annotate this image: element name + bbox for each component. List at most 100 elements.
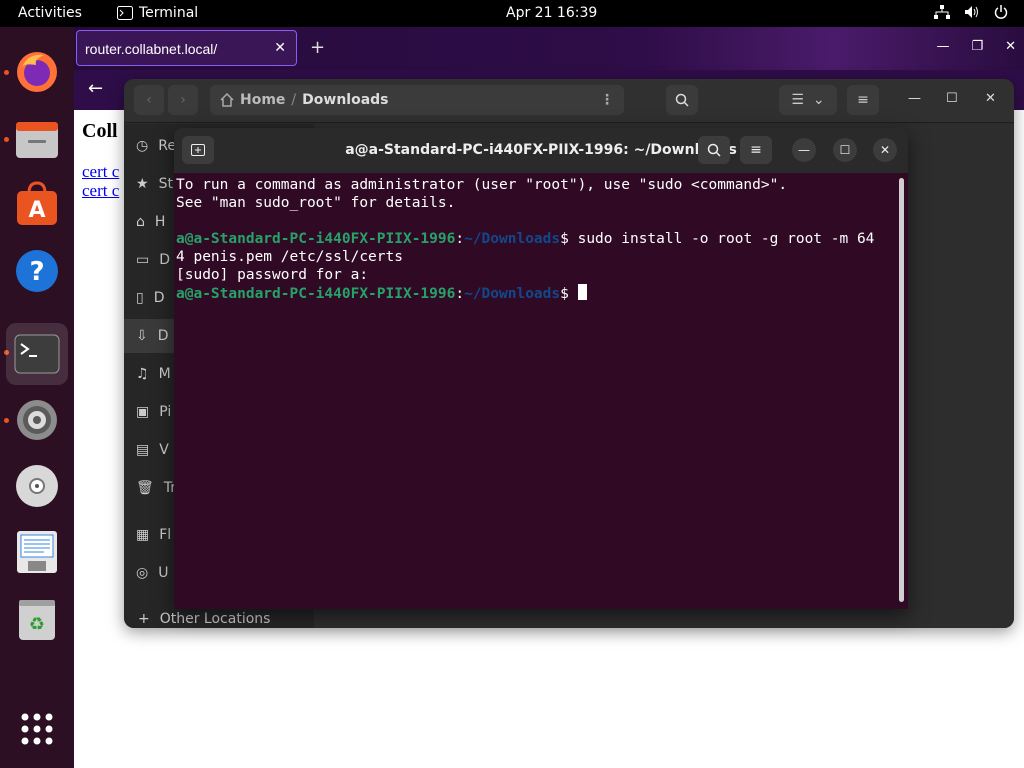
sidebar-item-documents[interactable]: ▯ D [136,286,165,310]
search-button[interactable] [666,85,698,115]
text-editor-icon[interactable] [10,525,64,579]
prompt-dollar: $ [560,286,578,302]
sidebar-item-music[interactable]: ♫ M [136,362,171,386]
sidebar-item-other-locations[interactable]: + Other Locations [138,611,270,627]
network-icon [934,5,950,19]
running-indicator [4,418,9,423]
other-locations-label: Other Locations [159,611,271,627]
back-button[interactable]: ‹ [134,85,164,115]
prompt-user: a@a-Standard-PC-i440FX-PIIX-1996 [176,231,456,247]
top-bar: Activities Terminal Apr 21 16:39 [0,0,1024,27]
sidebar-item-label: U [158,565,169,581]
sidebar-item-label: Pi [159,404,172,420]
terminal-search-button[interactable] [698,136,730,164]
maximize-icon[interactable]: ☐ [946,91,958,106]
terminal-titlebar: a@a-Standard-PC-i440FX-PIIX-1996: ~/Down… [174,128,908,173]
home-icon [220,93,234,107]
terminal-scrollbar[interactable] [899,178,904,602]
files-header-bar: ‹ › Home / Downloads ⋮ ☰ ⌄ ≡ — ☐ ✕ [124,79,1014,123]
back-arrow-icon[interactable]: ← [88,78,103,99]
sidebar-item-trash[interactable]: 🗑 Tr [136,476,176,500]
prompt-path: ~/Downloads [464,286,561,302]
minimize-icon[interactable]: — [792,138,816,162]
browser-tab[interactable]: router.collabnet.local/ ✕ [76,30,297,66]
running-indicator [4,137,9,142]
breadcrumb-current[interactable]: Downloads [302,92,388,108]
prompt-user: a@a-Standard-PC-i440FX-PIIX-1996 [176,286,456,302]
firefox-icon[interactable] [10,45,64,99]
prompt-dollar: $ [560,231,578,247]
sidebar-item-floppy[interactable]: ▦ Fl [136,523,171,547]
picture-icon: ▣ [136,404,150,420]
close-icon[interactable]: ✕ [1005,39,1016,54]
files-icon[interactable] [10,112,64,166]
sidebar-item-label: D [159,252,171,268]
view-options-button[interactable]: ☰ ⌄ [779,85,837,115]
dock: A ? ♻ [0,27,74,768]
browser-tab-bar: router.collabnet.local/ ✕ + — ❐ ✕ [74,27,1024,70]
document-icon: ▯ [136,290,144,306]
breadcrumb-separator: / [291,92,297,108]
maximize-icon[interactable]: ☐ [833,138,857,162]
terminal-app-icon [117,6,133,20]
sidebar-item-label: Fl [159,527,172,543]
sidebar-item-recent[interactable]: ◷ Re [136,134,176,158]
sidebar-item-label: St [158,176,173,192]
app-menu[interactable]: Terminal [117,5,198,21]
breadcrumb[interactable]: Home / Downloads ⋮ [210,85,624,115]
cert-link[interactable]: cert c [82,181,119,201]
command-text: sudo install -o root -g root -m 64 [577,231,875,247]
music-icon: ♫ [136,366,149,382]
sidebar-item-desktop[interactable]: ▭ D [136,248,170,272]
disc-icon: ◎ [136,565,149,581]
app-center-icon[interactable]: A [10,177,64,231]
show-apps-icon[interactable] [10,702,64,756]
svg-text:A: A [28,198,45,223]
kebab-menu-icon[interactable]: ⋮ [600,92,614,108]
prompt-colon: : [455,286,465,302]
restore-icon[interactable]: ❐ [971,39,983,54]
activities-button[interactable]: Activities [18,5,82,21]
minimize-icon[interactable]: — [908,91,921,106]
sidebar-item-starred[interactable]: ★ St [136,172,173,196]
sidebar-item-home[interactable]: ⌂ H [136,210,165,234]
close-icon[interactable]: ✕ [873,138,897,162]
help-icon[interactable]: ? [10,244,64,298]
settings-icon[interactable] [10,393,64,447]
breadcrumb-home[interactable]: Home [240,92,285,108]
terminal-line: 4 penis.pem /etc/ssl/certs [176,249,403,265]
running-indicator [4,70,9,75]
system-tray[interactable] [934,5,1008,19]
hamburger-menu-button[interactable]: ≡ [847,85,879,115]
app-name: Terminal [139,5,199,21]
text-cursor [577,284,587,300]
cert-link[interactable]: cert c [82,162,119,182]
sidebar-item-videos[interactable]: ▤ V [136,438,169,462]
clock-icon: ◷ [136,138,149,154]
terminal-prompt-line: a@a-Standard-PC-i440FX-PIIX-1996:~/Downl… [176,284,906,302]
trash-icon[interactable]: ♻ [10,592,64,646]
sidebar-item-pictures[interactable]: ▣ Pi [136,400,171,424]
clock[interactable]: Apr 21 16:39 [506,5,597,21]
sidebar-item-label: D [153,290,165,306]
page-heading: Coll [82,120,118,142]
terminal-output[interactable]: To run a command as administrator (user … [174,173,908,609]
terminal-command-line: a@a-Standard-PC-i440FX-PIIX-1996:~/Downl… [176,230,906,248]
terminal-line: See "man sudo_root" for details. [176,195,456,211]
chevron-down-icon: ⌄ [812,92,825,108]
optical-drive-icon[interactable] [10,459,64,513]
new-tab-icon[interactable]: + [310,37,325,58]
svg-text:?: ? [29,257,44,287]
sidebar-item-label: V [159,442,169,458]
search-icon [675,93,689,107]
close-icon[interactable]: ✕ [985,91,996,106]
forward-button[interactable]: › [168,85,198,115]
prompt-path: ~/Downloads [464,231,561,247]
home-icon: ⌂ [136,214,145,230]
terminal-icon[interactable] [6,323,68,385]
terminal-menu-button[interactable]: ≡ [740,136,772,164]
minimize-icon[interactable]: — [936,39,949,54]
sidebar-item-disc[interactable]: ◎ U [136,561,168,585]
close-tab-icon[interactable]: ✕ [274,39,286,56]
